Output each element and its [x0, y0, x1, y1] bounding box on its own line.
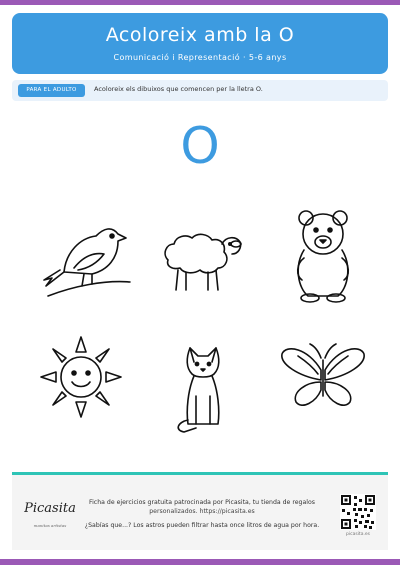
page-subtitle: Comunicació i Representació · 5-6 anys: [113, 53, 287, 62]
brand-logo: Picasita manitas artistas: [20, 483, 80, 543]
page-title: Acoloreix amb la O: [105, 24, 295, 46]
cat-picture: [148, 334, 258, 444]
bird-picture: [34, 200, 144, 310]
sheep-icon: [164, 233, 242, 291]
header-banner: Acoloreix amb la O Comunicació i Represe…: [12, 13, 388, 74]
instructions-text: Acoloreix els dibuixos que comencen per …: [94, 85, 263, 93]
butterfly-icon: [281, 343, 365, 406]
sheep-picture: [146, 200, 256, 310]
qr-caption: picasita.es: [346, 532, 370, 537]
big-letter: O: [180, 117, 220, 175]
sun-icon: [40, 336, 122, 418]
sponsor-text: Ficha de ejercicios gratuita patrocinada…: [88, 499, 315, 506]
fun-fact: ¿Sabías que...? Los astros pueden filtra…: [84, 522, 320, 529]
bird-icon: [43, 228, 131, 297]
cat-icon: [177, 347, 220, 433]
brand-tagline: manitas artistas: [33, 523, 67, 528]
footer: Picasita manitas artistas Ficha de ejerc…: [12, 475, 388, 550]
bear-picture: [268, 200, 378, 310]
bear-icon: [296, 210, 350, 303]
adult-badge: PARA EL ADULTO: [18, 84, 85, 97]
qr-code-icon: [340, 494, 376, 530]
brand-name: Picasita: [24, 501, 76, 516]
sun-picture: [26, 322, 136, 432]
top-stripe: [0, 0, 400, 5]
butterfly-picture: [268, 322, 378, 432]
instructions-bar: PARA EL ADULTO Acoloreix els dibuixos qu…: [12, 80, 388, 101]
bottom-stripe: [0, 559, 400, 565]
sponsor-link[interactable]: personalizados. https://picasita.es: [82, 508, 322, 515]
